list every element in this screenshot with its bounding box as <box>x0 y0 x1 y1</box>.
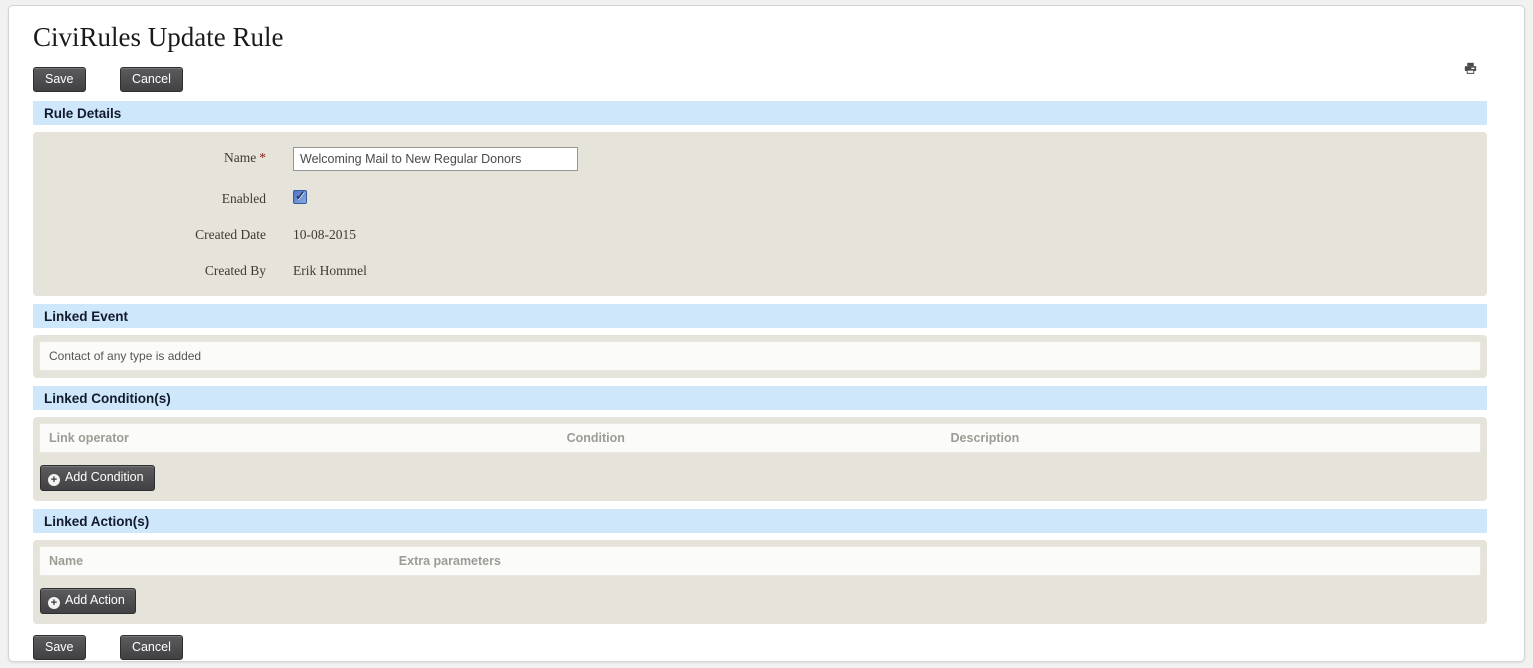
enabled-field-label: Enabled <box>33 188 293 207</box>
section-header-rule-details: Rule Details <box>33 101 1487 125</box>
page-title: CiviRules Update Rule <box>33 22 1487 53</box>
section-header-linked-conditions: Linked Condition(s) <box>33 386 1487 410</box>
linked-conditions-panel: Link operator Condition Description Add … <box>33 417 1487 501</box>
plus-circle-icon <box>48 597 60 609</box>
add-condition-button[interactable]: Add Condition <box>40 465 155 491</box>
add-action-button[interactable]: Add Action <box>40 588 136 614</box>
actions-table-header: Name Extra parameters <box>39 546 1481 576</box>
column-description: Description <box>951 431 1471 445</box>
required-marker: * <box>259 150 266 165</box>
cancel-button-bottom[interactable]: Cancel <box>120 635 183 660</box>
printer-icon[interactable] <box>1464 62 1477 75</box>
page-card: CiviRules Update Rule Save Cancel Rule D… <box>8 5 1525 662</box>
linked-actions-panel: Name Extra parameters Add Action <box>33 540 1487 624</box>
section-header-linked-actions: Linked Action(s) <box>33 509 1487 533</box>
conditions-table-header: Link operator Condition Description <box>39 423 1481 453</box>
section-header-linked-event: Linked Event <box>33 304 1487 328</box>
created-date-row: Created Date 10-08-2015 <box>33 224 1487 243</box>
save-button-bottom[interactable]: Save <box>33 635 86 660</box>
bottom-button-row: Save Cancel <box>33 635 1487 662</box>
rule-name-input[interactable] <box>293 147 578 171</box>
name-field-label: Name* <box>33 147 293 166</box>
created-by-value: Erik Hommel <box>293 260 367 279</box>
column-link-operator: Link operator <box>49 431 567 445</box>
rule-details-panel: Name* Enabled Created Date 10-08-2015 Cr… <box>33 132 1487 296</box>
created-by-row: Created By Erik Hommel <box>33 260 1487 279</box>
created-date-label: Created Date <box>33 224 293 243</box>
save-button[interactable]: Save <box>33 67 86 92</box>
cancel-button[interactable]: Cancel <box>120 67 183 92</box>
linked-event-panel: Contact of any type is added <box>33 335 1487 378</box>
created-by-label: Created By <box>33 260 293 279</box>
column-extra-parameters: Extra parameters <box>399 554 1471 568</box>
name-field-row: Name* <box>33 147 1487 171</box>
main-content: CiviRules Update Rule Save Cancel Rule D… <box>9 22 1524 662</box>
plus-circle-icon <box>48 474 60 486</box>
column-name: Name <box>49 554 399 568</box>
column-condition: Condition <box>567 431 951 445</box>
enabled-checkbox[interactable] <box>293 190 307 204</box>
linked-event-row: Contact of any type is added <box>39 341 1481 371</box>
created-date-value: 10-08-2015 <box>293 224 356 243</box>
enabled-field-row: Enabled <box>33 188 1487 207</box>
top-button-row: Save Cancel <box>33 67 1487 92</box>
